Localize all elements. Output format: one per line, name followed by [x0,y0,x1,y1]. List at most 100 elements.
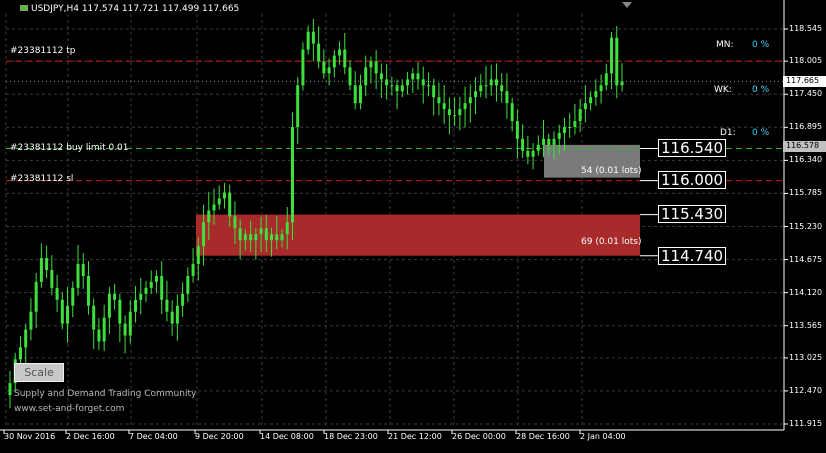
candle-body-34 [186,275,190,294]
candle-body-42 [228,192,232,217]
scale-button[interactable]: Scale [14,363,64,382]
candle-body-40 [217,198,221,205]
y-tick-label: 112.470 [789,385,823,395]
zone-price-116000[interactable]: 116.000 [658,171,727,189]
price-chart[interactable] [0,0,826,453]
x-tick-label: 7 Dec 04:00 [129,432,178,441]
candle-body-13 [76,264,80,288]
candle-body-116 [615,37,619,86]
candle-body-84 [447,109,451,116]
candle-body-80 [426,85,430,87]
candle-body-31 [170,311,174,324]
candle-body-7 [45,258,49,270]
x-tick-label: 2 Dec 16:00 [66,432,115,441]
candle-body-43 [233,216,237,229]
mn-value: 0 % [752,40,770,50]
candle-body-20 [113,293,117,300]
y-tick-label: 113.025 [789,352,823,362]
y-tick-label: 111.915 [789,419,823,428]
candle-body-14 [81,264,85,276]
current-price-tag: 117.665 [783,76,826,88]
candle-body-106 [562,127,566,133]
zone-price-115430[interactable]: 115.430 [658,205,727,223]
y-tick-label: 114.675 [789,254,823,264]
candle-body-69 [369,61,373,68]
y-tick-label: 116.340 [789,155,823,165]
candle-body-107 [568,127,572,129]
candle-body-96 [510,103,514,122]
candle-body-10 [60,299,64,324]
candle-body-56 [301,49,305,86]
candle-body-76 [406,79,410,86]
candle-body-82 [437,97,441,104]
candle-body-63 [338,49,342,56]
candle-body-11 [66,305,70,324]
y-tick-label: 115.785 [789,188,823,198]
sl-line-label[interactable]: #23381112 sl [10,174,73,185]
x-tick-label: 28 Dec 16:00 [516,432,570,441]
candle-body-102 [542,138,546,145]
candle-body-112 [594,91,598,98]
candle-body-100 [531,150,535,157]
candle-body-87 [463,103,467,110]
y-tick-label: 117.450 [789,89,823,99]
candle-body-41 [222,192,226,199]
candle-body-72 [385,79,389,86]
candle-body-51 [275,234,279,241]
mn-label: MN: [716,40,734,50]
candle-body-60 [322,61,326,74]
candle-body-65 [348,67,352,86]
candle-body-37 [202,222,206,247]
candle-body-30 [165,299,169,312]
candle-body-91 [484,85,488,87]
wk-label: WK: [714,85,732,95]
zone-price-116540[interactable]: 116.540 [658,139,727,157]
demand-zone [196,214,640,256]
candle-body-8 [50,269,54,288]
candle-body-81 [432,85,436,98]
candle-body-62 [332,55,336,68]
candle-body-5 [34,281,38,312]
d1-label: D1: [720,128,736,138]
tp-line-label[interactable]: #23381112 tp [10,46,75,57]
candle-body-74 [395,85,399,92]
candle-body-64 [343,49,347,68]
candle-body-36 [196,246,200,265]
candle-body-6 [39,258,43,282]
candle-body-78 [416,73,420,80]
candle-body-16 [92,305,96,330]
candle-body-113 [599,85,603,92]
y-tick-label: 118.005 [789,56,823,66]
candle-body-15 [86,275,90,306]
candle-body-4 [29,311,33,330]
candle-body-53 [285,222,289,235]
zone-price-114740[interactable]: 114.740 [658,247,727,265]
watermark-line1: Supply and Demand Trading Community [14,389,197,399]
candle-body-54 [290,127,294,223]
candle-body-103 [547,138,551,145]
candle-body-93 [494,79,498,86]
candle-body-61 [327,67,331,74]
y-tick-label: 114.120 [789,287,823,297]
buy-limit-line-label[interactable]: #23381112 buy limit 0.01 [10,143,129,154]
candle-body-115 [610,37,614,74]
candle-body-79 [421,79,425,86]
candle-body-29 [160,275,164,300]
y-tick-label: 118.545 [789,24,823,33]
candle-body-71 [379,73,383,80]
candle-body-48 [259,228,263,235]
candle-body-89 [474,91,478,98]
candle-body-55 [296,85,300,128]
chart-title: USDJPY,H4 117.574 117.721 117.499 117.66… [20,4,239,15]
wk-value: 0 % [752,85,770,95]
candle-body-19 [107,293,111,318]
candle-body-12 [71,287,75,306]
candle-body-110 [583,103,587,110]
candle-body-33 [181,293,185,306]
candle-body-39 [212,204,216,211]
candle-body-38 [207,210,211,223]
candle-body-47 [254,234,258,241]
candle-body-101 [536,144,540,151]
x-tick-label: 18 Dec 23:00 [324,432,378,441]
candle-body-88 [468,97,472,104]
